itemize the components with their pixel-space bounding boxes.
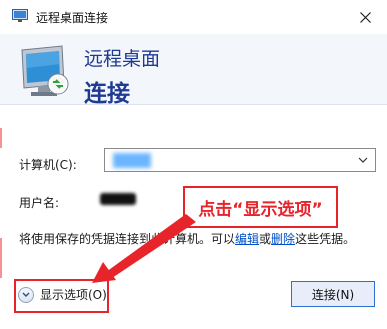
remote-desktop-monitor-icon bbox=[21, 45, 69, 96]
title-bar: 远程桌面连接 bbox=[0, 0, 387, 34]
username-label: 用户名: bbox=[19, 196, 60, 210]
window-edge-decoration bbox=[0, 128, 2, 278]
computer-label: 计算机(C): bbox=[19, 158, 77, 172]
window-title: 远程桌面连接 bbox=[36, 11, 109, 25]
redacted-computer-name bbox=[113, 153, 151, 168]
annotation-highlight-box bbox=[14, 279, 109, 313]
chevron-down-icon[interactable] bbox=[356, 153, 370, 167]
credentials-info: 将使用保存的凭据连接到此计算机。可以编辑或删除这些凭据。 bbox=[19, 230, 355, 247]
banner-title-line1: 远程桌面 bbox=[84, 48, 161, 70]
info-prefix: 将使用保存的凭据连接到此计算机。可以 bbox=[19, 232, 236, 246]
computer-combobox[interactable] bbox=[104, 148, 376, 172]
annotation-callout: 点击“显示选项” bbox=[183, 186, 338, 228]
info-suffix: 这些凭据。 bbox=[295, 232, 356, 246]
redacted-username bbox=[100, 193, 136, 205]
info-or: 或 bbox=[259, 232, 272, 246]
connect-button[interactable]: 连接(N) bbox=[291, 281, 375, 307]
banner-title-line2: 连接 bbox=[84, 81, 130, 107]
remote-desktop-app-icon bbox=[12, 9, 28, 22]
header-banner: 远程桌面 连接 bbox=[0, 34, 387, 107]
close-button[interactable] bbox=[343, 0, 387, 34]
delete-credentials-link[interactable]: 删除 bbox=[271, 232, 295, 246]
close-icon bbox=[359, 11, 371, 23]
remote-desktop-window: 远程桌面连接 远程桌面 连接 计算机(C): 用户名: 将使用保存的凭据连接到此… bbox=[0, 0, 387, 329]
edit-credentials-link[interactable]: 编辑 bbox=[235, 232, 259, 246]
